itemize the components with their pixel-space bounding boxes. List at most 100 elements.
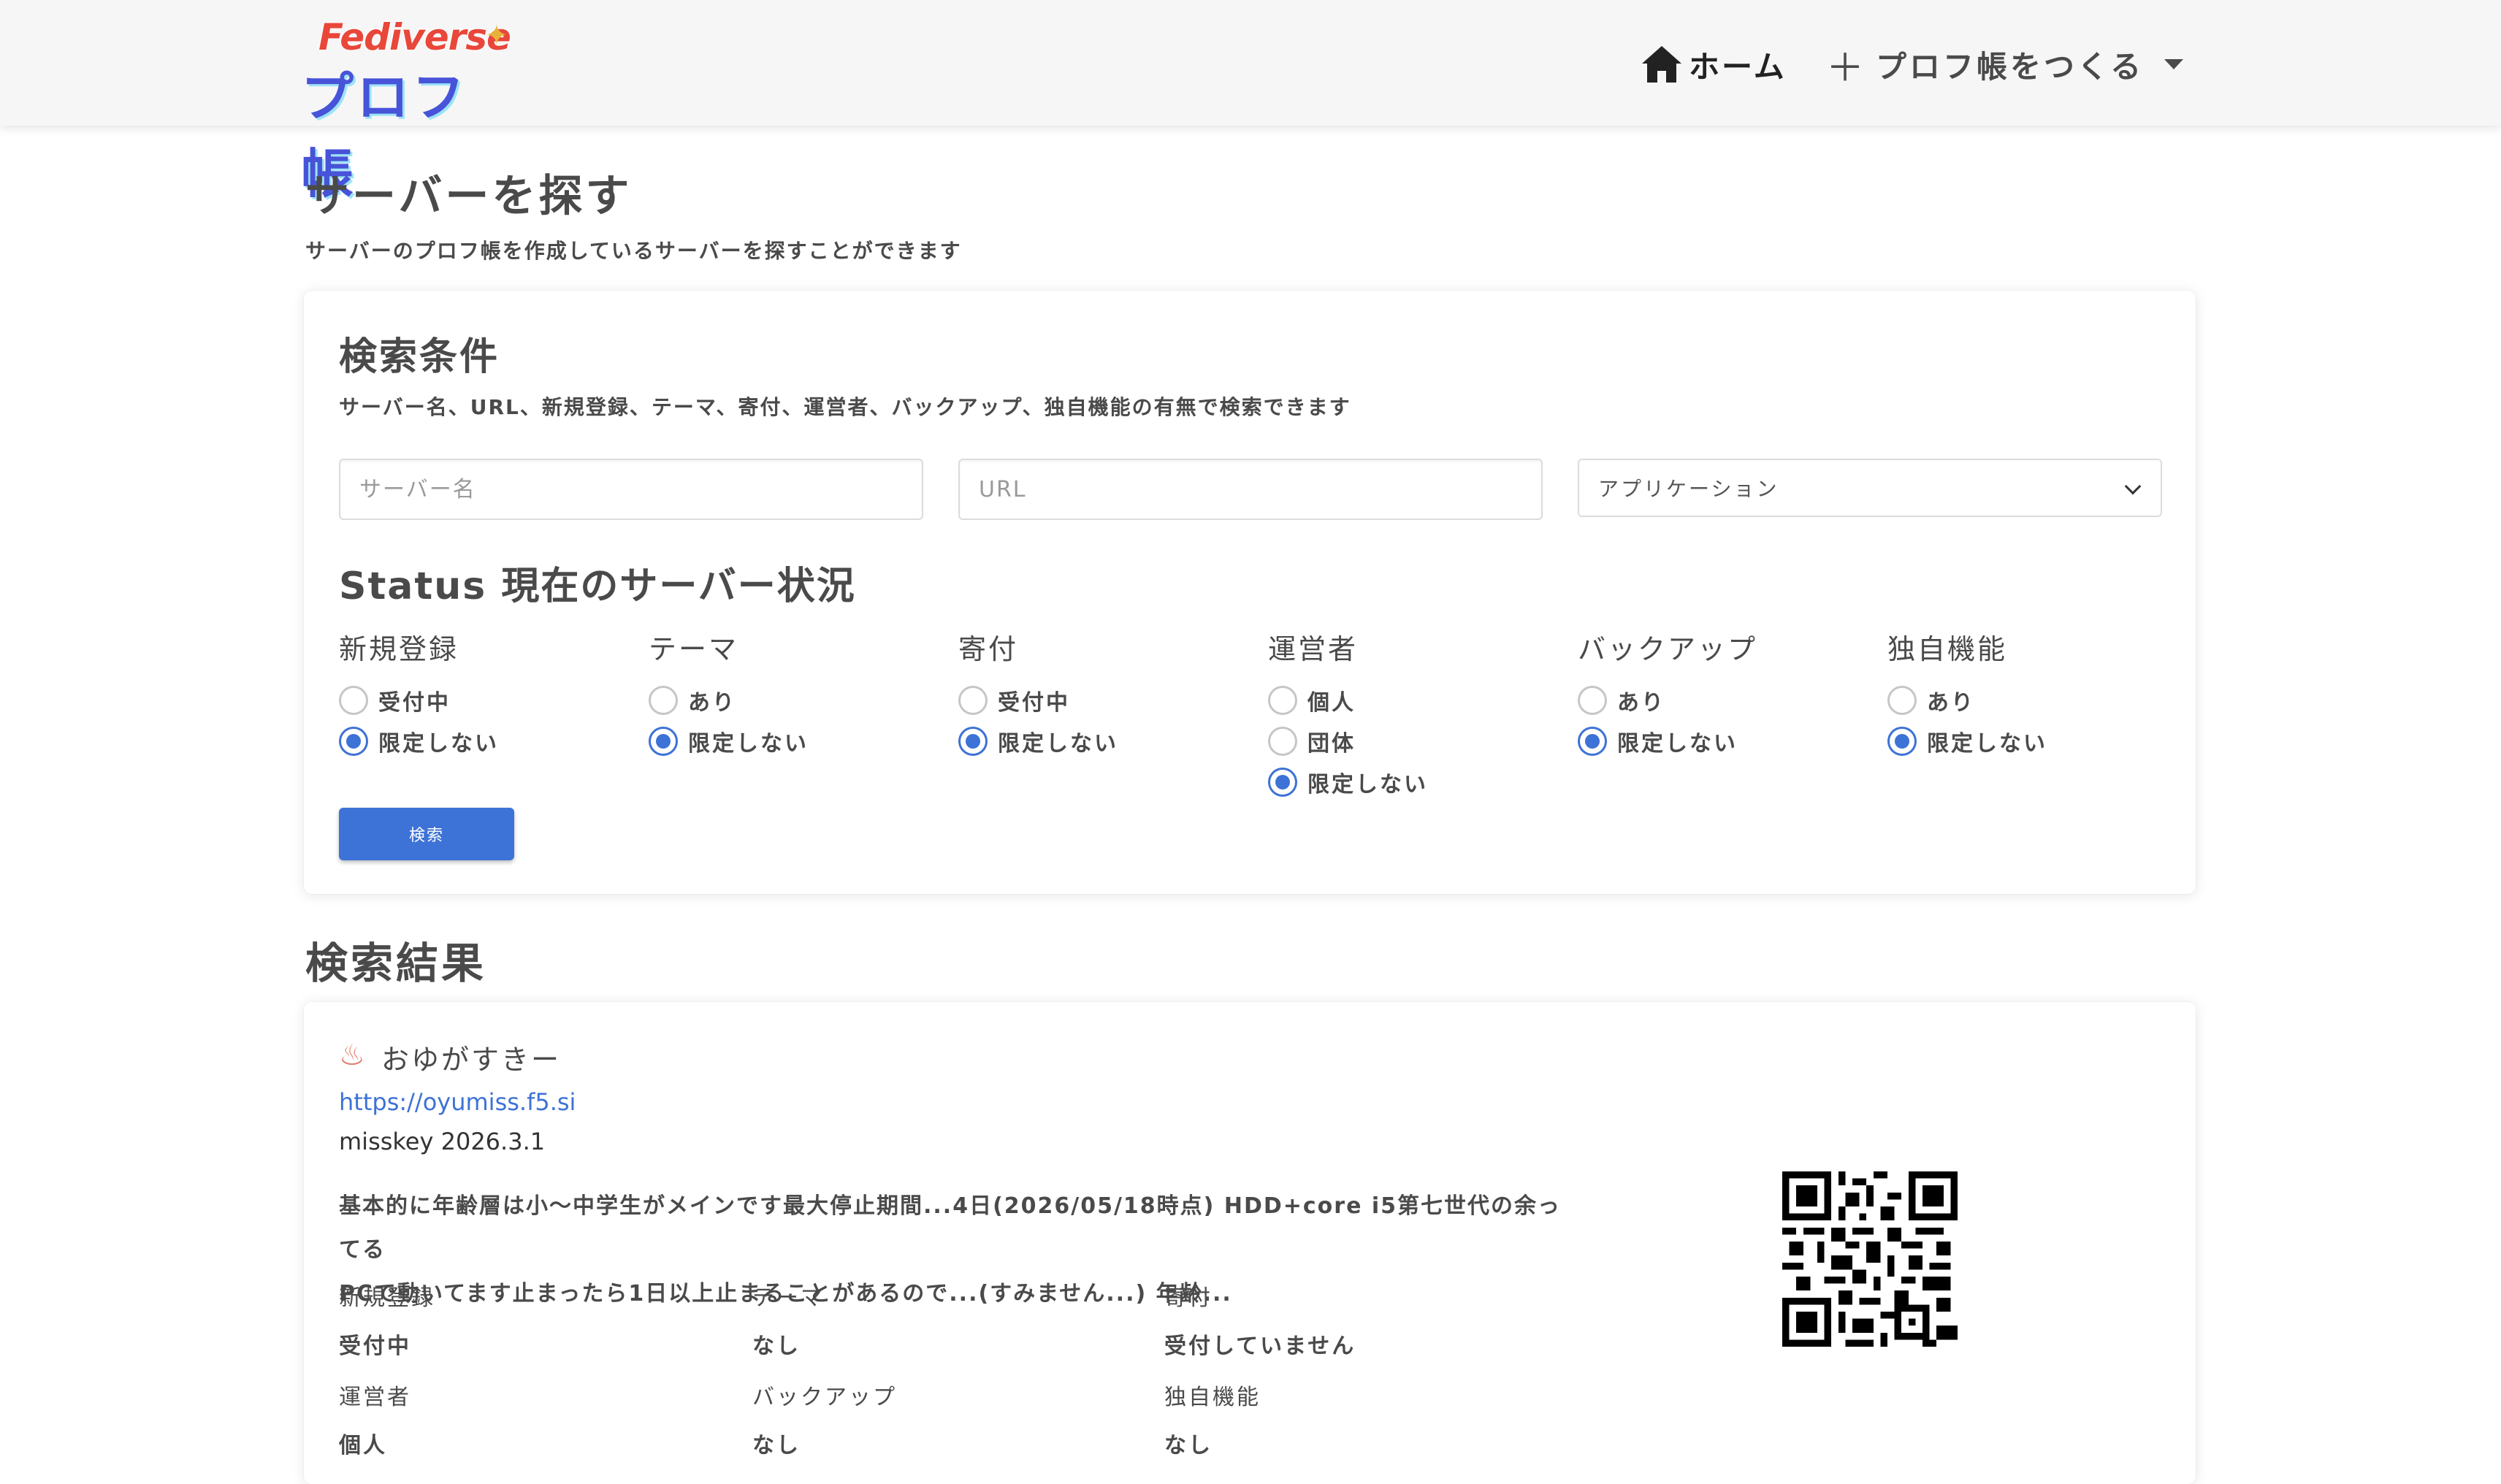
- attr-label: バックアップ: [752, 1385, 897, 1410]
- radio-label: 限定しない: [688, 731, 809, 757]
- server-version: misskey 2026.3.1: [339, 1128, 546, 1155]
- nav-home-link[interactable]: ホーム: [1641, 41, 1787, 88]
- radio-button[interactable]: [339, 686, 368, 715]
- filter-group-theme: テーマ あり 限定しない: [649, 627, 941, 762]
- attr-value: 受付中: [339, 1334, 411, 1359]
- radio-button[interactable]: [649, 686, 678, 715]
- server-name-input[interactable]: [339, 459, 923, 520]
- attr-value: なし: [752, 1334, 801, 1359]
- chevron-down-icon: [2124, 478, 2142, 495]
- result-card[interactable]: ♨ おゆがすきー https://oyumiss.f5.si misskey 2…: [304, 1002, 2196, 1484]
- radio-option[interactable]: 限定しない: [1578, 721, 1870, 762]
- page-subtitle: サーバーのプロフ帳を作成しているサーバーを探すことができます: [305, 239, 962, 263]
- attr-operator: 運営者 個人: [339, 1379, 704, 1459]
- attr-label: テーマ: [752, 1285, 825, 1311]
- radio-button[interactable]: [958, 686, 988, 715]
- filter-group-backup: バックアップ あり 限定しない: [1578, 627, 1870, 762]
- radio-label: あり: [1617, 690, 1665, 716]
- filter-group-donation: 寄付 受付中 限定しない: [958, 627, 1250, 762]
- radio-option[interactable]: 団体: [1268, 721, 1560, 762]
- navbar: Fediverse ✦ プロフ帳 ホーム ＋ プロフ帳をつくる: [0, 0, 2501, 204]
- application-select[interactable]: アプリケーション: [1578, 459, 2162, 517]
- site-logo[interactable]: Fediverse ✦ プロフ帳: [301, 15, 513, 204]
- radio-button-checked[interactable]: [1578, 727, 1607, 756]
- qr-code-icon: [1782, 1171, 1958, 1347]
- search-card-description: サーバー名、URL、新規登録、テーマ、寄付、運営者、バックアップ、独自機能の有無…: [339, 395, 1351, 419]
- home-icon: [1642, 46, 1681, 83]
- radio-label: 限定しない: [1307, 772, 1428, 798]
- radio-option[interactable]: 受付中: [339, 680, 631, 721]
- radio-button[interactable]: [1268, 727, 1297, 756]
- nav-home-label: ホーム: [1689, 48, 1787, 85]
- server-name: おゆがすきー: [381, 1044, 562, 1076]
- radio-button[interactable]: [1578, 686, 1607, 715]
- radio-label: 限定しない: [1617, 731, 1738, 757]
- attr-theme: テーマ なし: [752, 1280, 1118, 1360]
- radio-button-checked[interactable]: [958, 727, 988, 756]
- radio-button-checked[interactable]: [1887, 727, 1917, 756]
- hot-spring-icon: ♨: [339, 1039, 365, 1072]
- radio-option[interactable]: 限定しない: [1268, 762, 1560, 803]
- filter-group-label: 運営者: [1268, 633, 1359, 665]
- radio-label: 受付中: [998, 690, 1070, 716]
- radio-label: 限定しない: [378, 731, 499, 757]
- attr-value: なし: [1164, 1433, 1213, 1458]
- radio-option[interactable]: 限定しない: [339, 721, 631, 762]
- attr-backup: バックアップ なし: [752, 1379, 1118, 1459]
- url-input[interactable]: [958, 459, 1543, 520]
- server-url-link[interactable]: https://oyumiss.f5.si: [339, 1088, 576, 1116]
- nav-make-label: プロフ帳をつくる: [1876, 48, 2145, 85]
- radio-label: あり: [688, 690, 736, 716]
- radio-option[interactable]: 限定しない: [649, 721, 941, 762]
- radio-button[interactable]: [1268, 686, 1297, 715]
- radio-button-checked[interactable]: [1268, 768, 1297, 797]
- nav-make-dropdown[interactable]: ＋ プロフ帳をつくる: [1826, 41, 2184, 91]
- radio-label: 団体: [1307, 731, 1356, 757]
- filter-group-label: 寄付: [958, 633, 1019, 665]
- status-title: Status 現在のサーバー状況: [339, 565, 856, 608]
- radio-button-checked[interactable]: [649, 727, 678, 756]
- radio-label: 限定しない: [998, 731, 1118, 757]
- filter-group-custom-features: 独自機能 あり 限定しない: [1887, 627, 2180, 762]
- logo-text-top: Fediverse: [318, 15, 512, 59]
- attr-label: 運営者: [339, 1385, 411, 1410]
- filter-group-new-registration: 新規登録 受付中 限定しない: [339, 627, 631, 762]
- attr-label: 新規登録: [339, 1285, 435, 1311]
- radio-option[interactable]: 個人: [1268, 680, 1560, 721]
- attr-label: 独自機能: [1164, 1385, 1261, 1410]
- attr-value: なし: [752, 1433, 801, 1458]
- filter-group-label: バックアップ: [1578, 633, 1758, 665]
- radio-option[interactable]: あり: [1578, 680, 1870, 721]
- attr-label: 寄付: [1164, 1285, 1213, 1311]
- caret-down-icon: [2164, 59, 2184, 69]
- filter-group-operator: 運営者 個人 団体 限定しない: [1268, 627, 1560, 803]
- radio-label: 限定しない: [1927, 731, 2047, 757]
- radio-option[interactable]: 限定しない: [958, 721, 1250, 762]
- attr-new-registration: 新規登録 受付中: [339, 1280, 704, 1360]
- radio-label: 受付中: [378, 690, 451, 716]
- server-description-line: 基本的に年齢層は小〜中学生がメインです最大停止期間...4日(2026/05/1…: [339, 1193, 1562, 1263]
- radio-button[interactable]: [1887, 686, 1917, 715]
- attr-custom-features: 独自機能 なし: [1164, 1379, 1530, 1459]
- search-card-title: 検索条件: [339, 335, 500, 379]
- search-card: 検索条件 サーバー名、URL、新規登録、テーマ、寄付、運営者、バックアップ、独自…: [304, 291, 2196, 894]
- attr-value: 個人: [339, 1433, 387, 1458]
- radio-option[interactable]: あり: [649, 680, 941, 721]
- radio-option[interactable]: 受付中: [958, 680, 1250, 721]
- attr-donation: 寄付 受付していません: [1164, 1280, 1530, 1360]
- search-button[interactable]: 検索: [339, 808, 514, 860]
- page-title: サーバーを探す: [305, 171, 633, 222]
- application-select-value: アプリケーション: [1598, 477, 1779, 501]
- filter-group-label: 新規登録: [339, 633, 459, 665]
- star-icon: ✦: [485, 19, 508, 51]
- radio-label: 個人: [1307, 690, 1356, 716]
- radio-option[interactable]: あり: [1887, 680, 2180, 721]
- filter-group-label: 独自機能: [1887, 633, 2008, 665]
- results-title: 検索結果: [305, 938, 487, 988]
- radio-label: あり: [1927, 690, 1975, 716]
- filter-group-label: テーマ: [649, 633, 739, 665]
- attr-value: 受付していません: [1164, 1334, 1356, 1359]
- radio-option[interactable]: 限定しない: [1887, 721, 2180, 762]
- plus-icon: ＋: [1826, 46, 1868, 91]
- radio-button-checked[interactable]: [339, 727, 368, 756]
